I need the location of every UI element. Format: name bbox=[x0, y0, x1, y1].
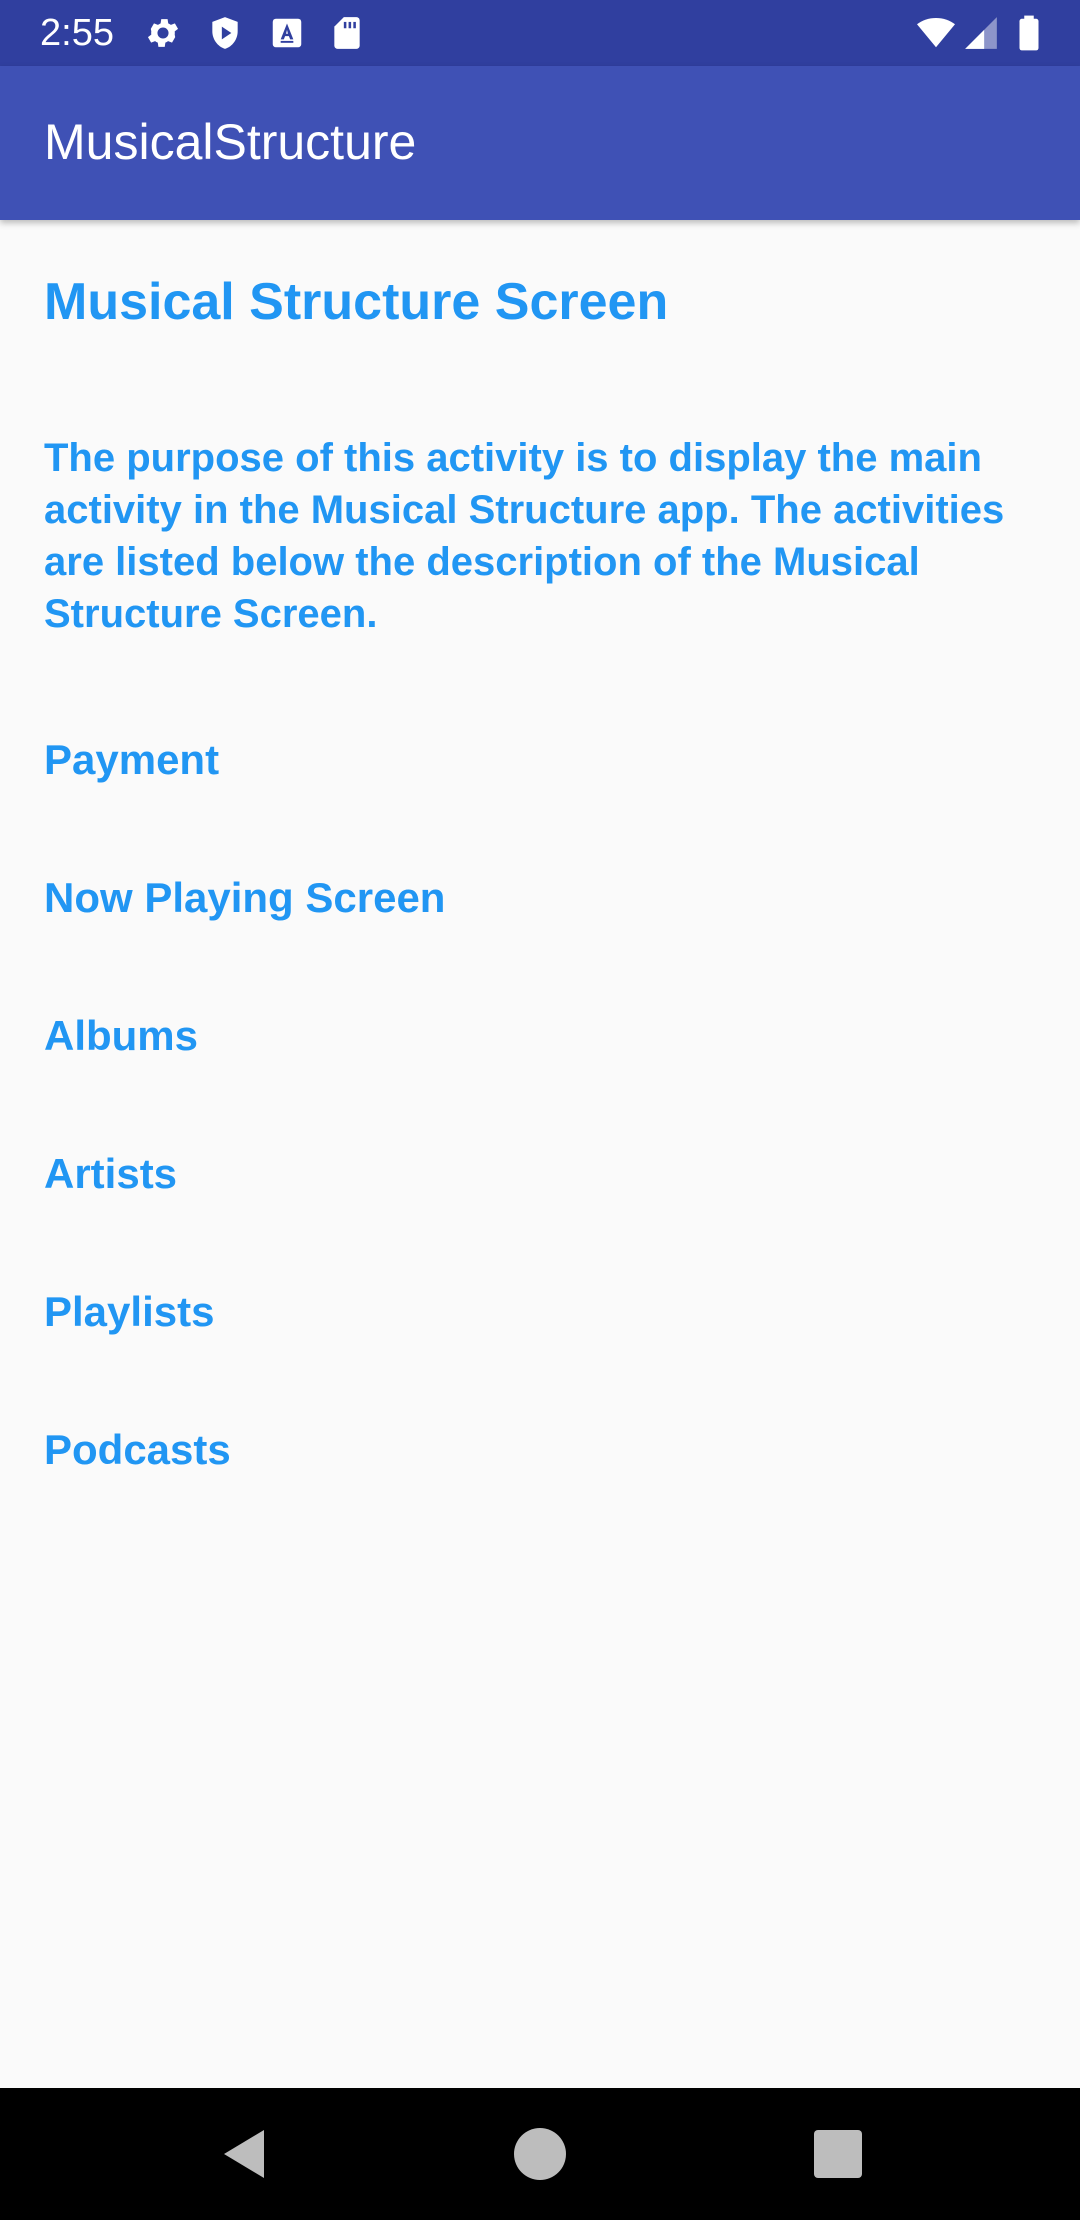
page-title: Musical Structure Screen bbox=[44, 273, 669, 331]
app-title: MusicalStructure bbox=[44, 114, 417, 170]
battery-icon bbox=[1019, 15, 1039, 51]
item-albums[interactable]: Albums bbox=[44, 1006, 844, 1066]
item-artists[interactable]: Artists bbox=[44, 1144, 844, 1204]
cellular-signal-icon bbox=[965, 17, 997, 49]
text-a-icon bbox=[272, 18, 302, 48]
gear-icon bbox=[147, 19, 179, 47]
status-bar: 2:55 bbox=[0, 0, 1080, 66]
description-text: The purpose of this activity is to displ… bbox=[44, 436, 1005, 636]
back-icon[interactable] bbox=[200, 2114, 280, 2194]
item-playlists[interactable]: Playlists bbox=[44, 1282, 844, 1342]
wifi-icon bbox=[917, 17, 955, 48]
item-podcasts[interactable]: Podcasts bbox=[44, 1420, 844, 1480]
sd-card-icon bbox=[334, 17, 360, 49]
status-time: 2:55 bbox=[40, 12, 114, 54]
recents-icon[interactable] bbox=[798, 2114, 878, 2194]
system-nav-bar bbox=[0, 2088, 1080, 2220]
item-payment[interactable]: Payment bbox=[44, 730, 844, 790]
main-content: Musical Structure Screen The purpose of … bbox=[0, 220, 1080, 2088]
shield-play-icon bbox=[212, 17, 238, 49]
app-bar: MusicalStructure bbox=[0, 66, 1080, 220]
item-now-playing-screen[interactable]: Now Playing Screen bbox=[44, 868, 844, 928]
home-icon[interactable] bbox=[500, 2114, 580, 2194]
